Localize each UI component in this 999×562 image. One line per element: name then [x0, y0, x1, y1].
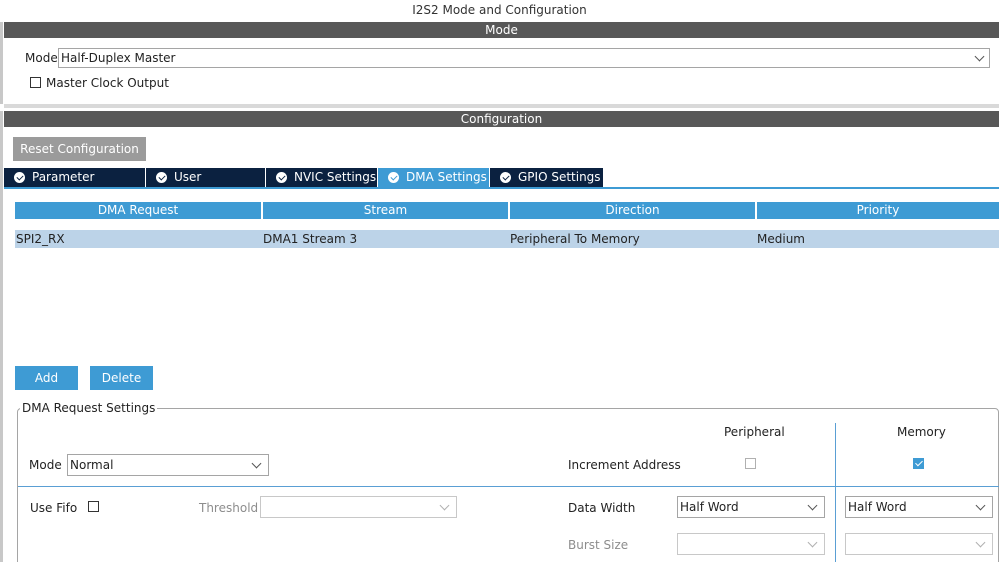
column-header-dma-request[interactable]: DMA Request — [15, 202, 261, 219]
peripheral-increment-checkbox[interactable] — [745, 458, 756, 469]
section-divider — [4, 104, 999, 108]
dma-mode-value: Normal — [70, 458, 114, 472]
add-button[interactable]: Add — [15, 366, 78, 390]
left-border — [0, 22, 3, 104]
peripheral-header: Peripheral — [724, 425, 785, 439]
tab-underline — [4, 187, 999, 189]
cell-priority: Medium — [757, 232, 805, 246]
window-title: I2S2 Mode and Configuration — [412, 3, 587, 17]
check-circle-icon — [156, 172, 167, 183]
tab-label: GPIO Settings — [518, 170, 601, 184]
mode-section-header: Mode — [4, 22, 999, 38]
chevron-down-icon — [807, 500, 818, 511]
tab-nvic-settings[interactable]: NVIC Settings — [266, 168, 377, 187]
tab-label: DMA Settings — [406, 170, 487, 184]
threshold-dropdown[interactable] — [260, 496, 457, 518]
master-clock-output-label: Master Clock Output — [46, 76, 169, 90]
threshold-label: Threshold — [199, 501, 259, 515]
check-circle-icon — [14, 172, 25, 183]
mode-dropdown-value: Half-Duplex Master — [61, 51, 176, 65]
tab-user-constants[interactable]: User Constants — [146, 168, 265, 203]
use-fifo-label: Use Fifo — [30, 501, 78, 515]
chevron-down-icon — [439, 500, 450, 511]
column-header-direction[interactable]: Direction — [510, 202, 755, 219]
use-fifo-checkbox[interactable] — [88, 501, 99, 512]
increment-address-label: Increment Address — [568, 458, 681, 472]
mode-dropdown[interactable]: Half-Duplex Master — [58, 48, 990, 68]
chevron-down-icon — [807, 537, 818, 548]
peripheral-burst-size-dropdown[interactable] — [677, 533, 825, 555]
left-border — [0, 111, 3, 562]
tab-label: NVIC Settings — [294, 170, 377, 184]
reset-configuration-button[interactable]: Reset Configuration — [13, 137, 146, 161]
i2s2-configuration-window: I2S2 Mode and Configuration Mode Mode Ha… — [0, 0, 999, 562]
memory-header: Memory — [897, 425, 946, 439]
table-row[interactable]: SPI2_RX DMA1 Stream 3 Peripheral To Memo… — [15, 230, 999, 248]
master-clock-output-checkbox[interactable] — [30, 77, 41, 88]
burst-size-label: Burst Size — [568, 538, 629, 552]
memory-burst-size-dropdown[interactable] — [845, 533, 993, 555]
column-header-stream[interactable]: Stream — [263, 202, 508, 219]
chevron-down-icon — [975, 500, 986, 511]
cell-stream: DMA1 Stream 3 — [263, 232, 358, 246]
delete-button[interactable]: Delete — [90, 366, 153, 390]
chevron-down-icon — [975, 537, 986, 548]
dma-mode-label: Mode — [29, 458, 62, 472]
configuration-section-header: Configuration — [4, 111, 999, 127]
dma-mode-dropdown[interactable]: Normal — [67, 454, 269, 476]
tab-dma-settings[interactable]: DMA Settings — [378, 168, 489, 187]
column-header-priority[interactable]: Priority — [757, 202, 999, 219]
check-circle-icon — [388, 172, 399, 183]
peripheral-data-width-dropdown[interactable]: Half Word — [677, 496, 825, 518]
chevron-down-icon — [974, 51, 985, 62]
memory-increment-checkbox[interactable] — [913, 458, 924, 469]
tab-parameter-settings[interactable]: Parameter Settings — [4, 168, 145, 203]
memory-data-width-value: Half Word — [848, 500, 907, 514]
cell-dma-request: SPI2_RX — [16, 232, 65, 246]
chevron-down-icon — [251, 458, 262, 469]
peripheral-data-width-value: Half Word — [680, 500, 739, 514]
dma-request-settings-legend: DMA Request Settings — [20, 401, 158, 415]
data-width-label: Data Width — [568, 501, 636, 515]
check-circle-icon — [276, 172, 287, 183]
row-divider — [18, 486, 999, 487]
column-divider — [835, 423, 836, 562]
tab-gpio-settings[interactable]: GPIO Settings — [490, 168, 603, 187]
mode-label: Mode — [25, 51, 58, 65]
check-circle-icon — [500, 172, 511, 183]
cell-direction: Peripheral To Memory — [510, 232, 640, 246]
memory-data-width-dropdown[interactable]: Half Word — [845, 496, 993, 518]
